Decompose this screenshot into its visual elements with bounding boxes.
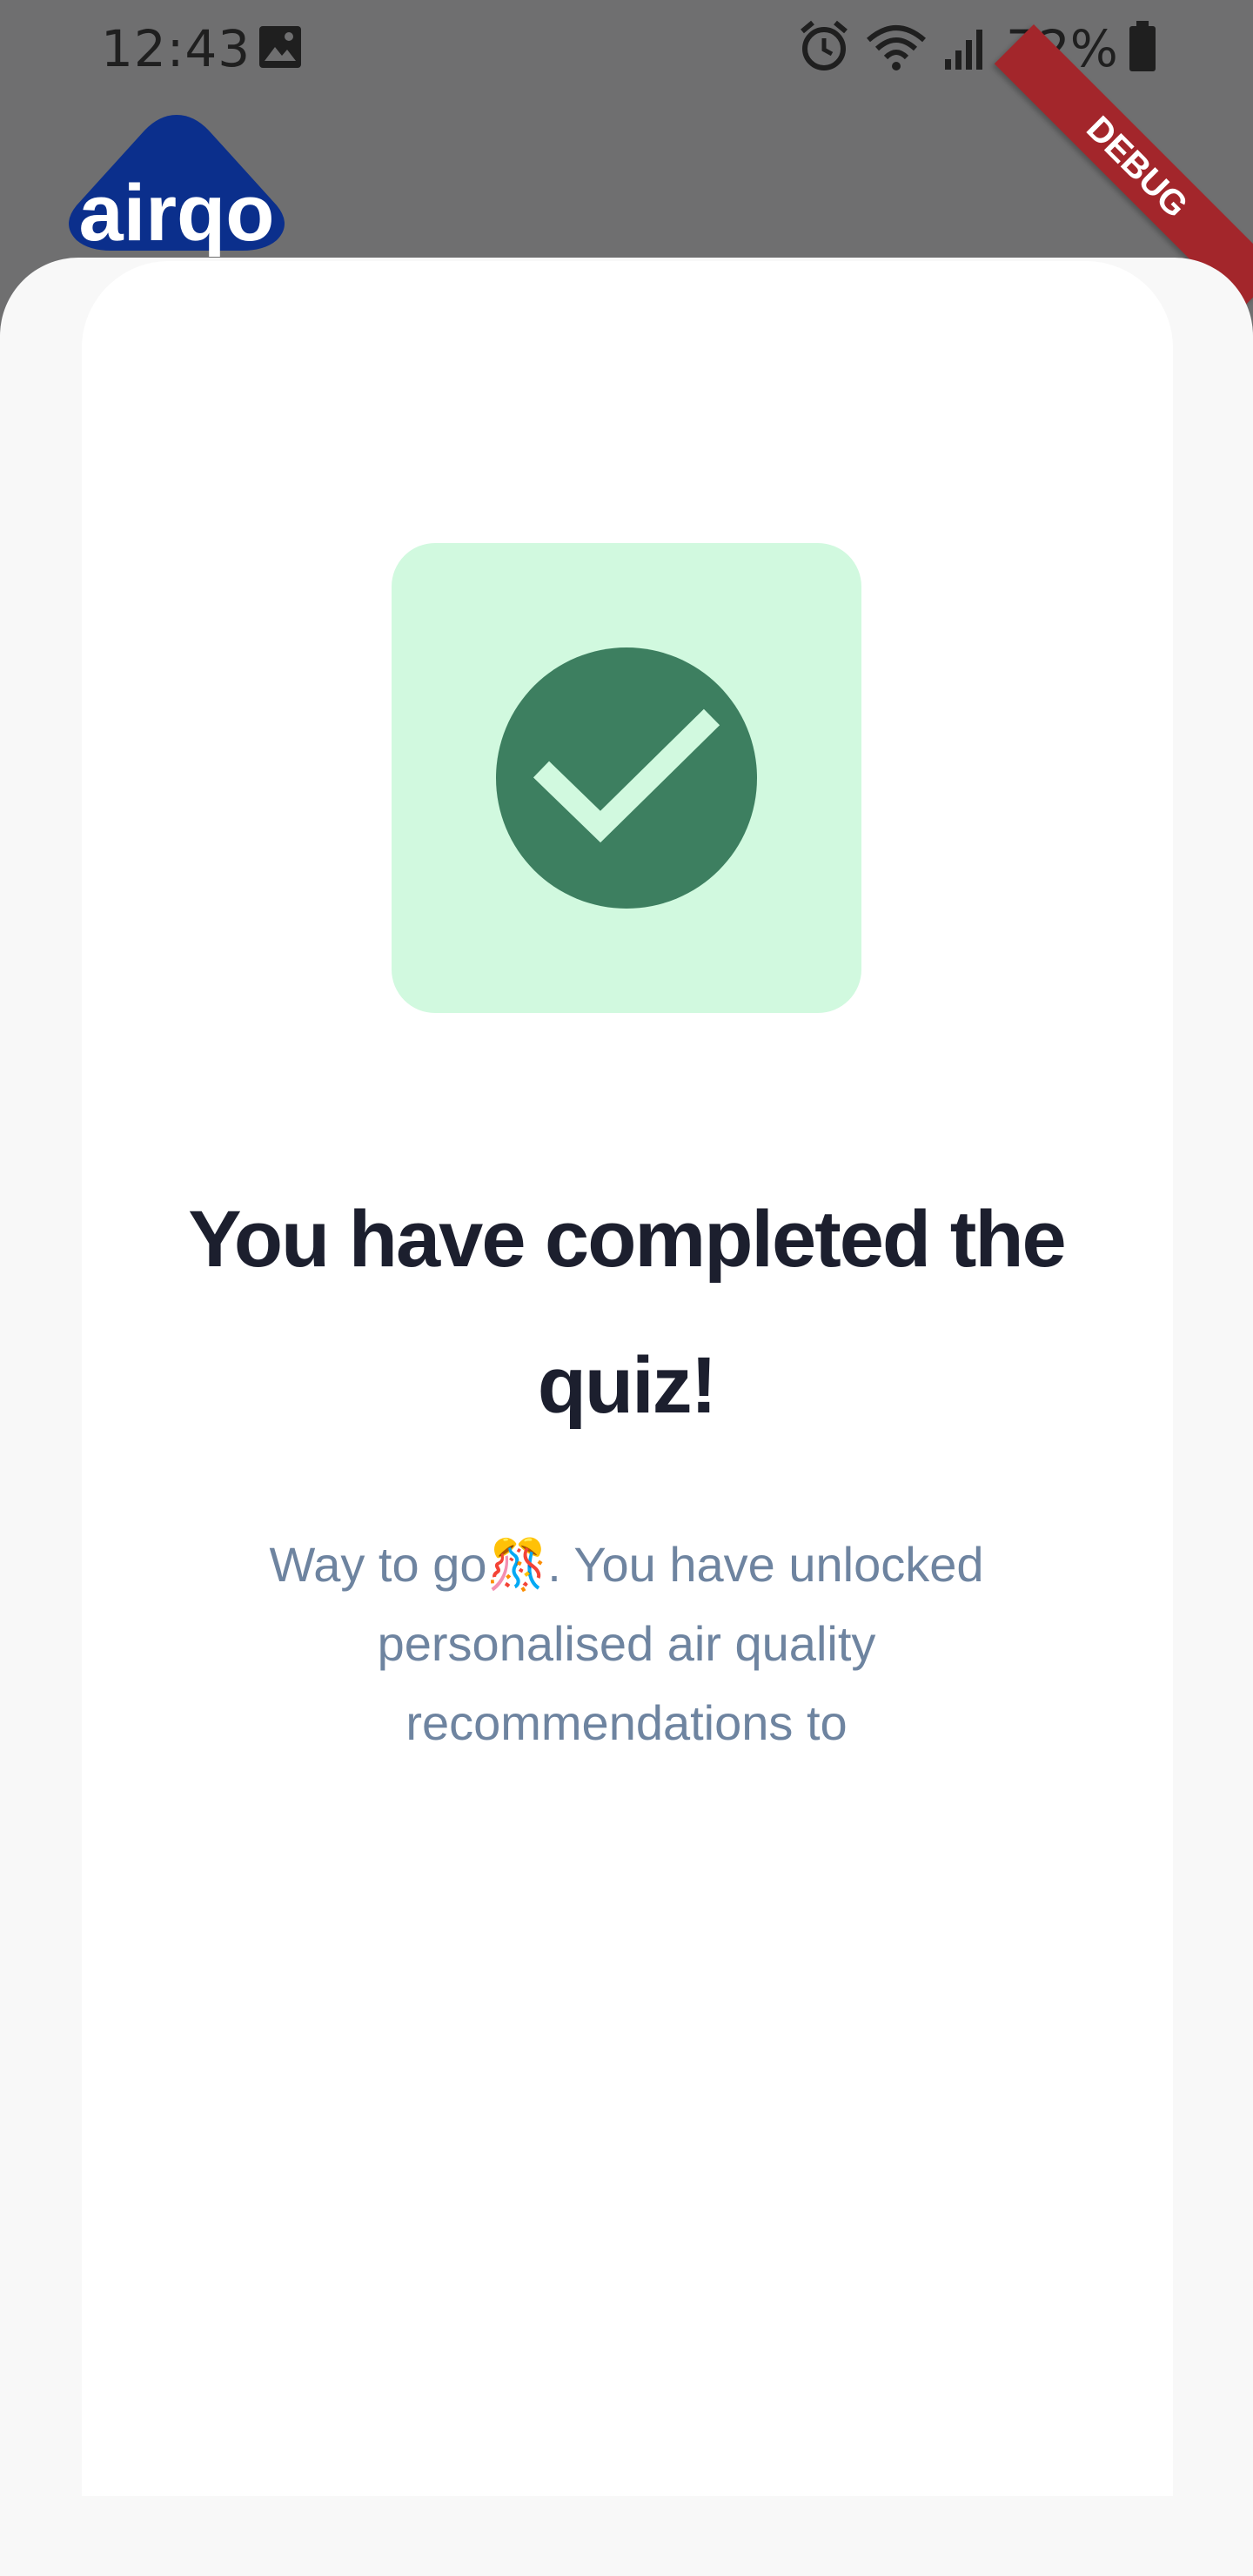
battery-icon bbox=[1129, 21, 1156, 71]
alarm-icon bbox=[801, 20, 848, 70]
image-icon bbox=[259, 26, 301, 68]
airqo-logo: airqo bbox=[69, 115, 285, 258]
success-icon-container bbox=[392, 543, 861, 1013]
completion-message: Way to go🎊. You have unlocked personalis… bbox=[269, 1537, 984, 1750]
wifi-icon bbox=[867, 25, 926, 70]
check-circle-icon bbox=[496, 647, 757, 909]
status-time: 12:43 bbox=[101, 19, 251, 78]
completion-title: You have completed the quiz! bbox=[188, 1195, 1066, 1430]
logo-text: airqo bbox=[79, 169, 275, 258]
signal-icon bbox=[945, 30, 982, 70]
